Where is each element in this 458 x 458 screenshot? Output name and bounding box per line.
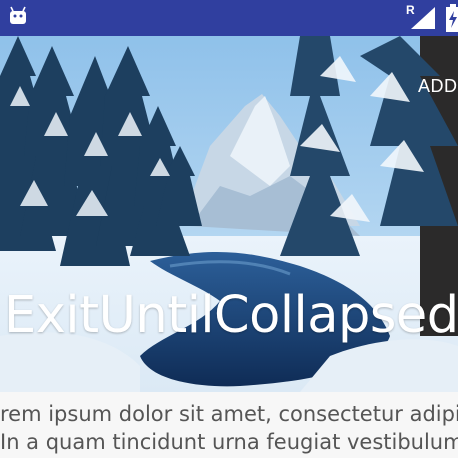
- body-text: rem ipsum dolor sit amet, consectetur ad…: [0, 400, 458, 456]
- signal-icon: [411, 7, 435, 29]
- add-button[interactable]: ADD: [418, 76, 458, 97]
- battery-icon: [446, 4, 458, 32]
- android-icon: [10, 6, 26, 24]
- collapsing-toolbar-title: ExitUntilCollapsed: [4, 286, 458, 345]
- content-scroll-area[interactable]: rem ipsum dolor sit amet, consectetur ad…: [0, 392, 458, 458]
- body-text-line-2: In a quam tincidunt urna feugiat vestibu…: [0, 430, 458, 454]
- collapsing-header: ADD ExitUntilCollapsed: [0, 36, 458, 392]
- status-bar: R: [0, 0, 458, 36]
- body-text-line-1: rem ipsum dolor sit amet, consectetur ad…: [0, 402, 458, 426]
